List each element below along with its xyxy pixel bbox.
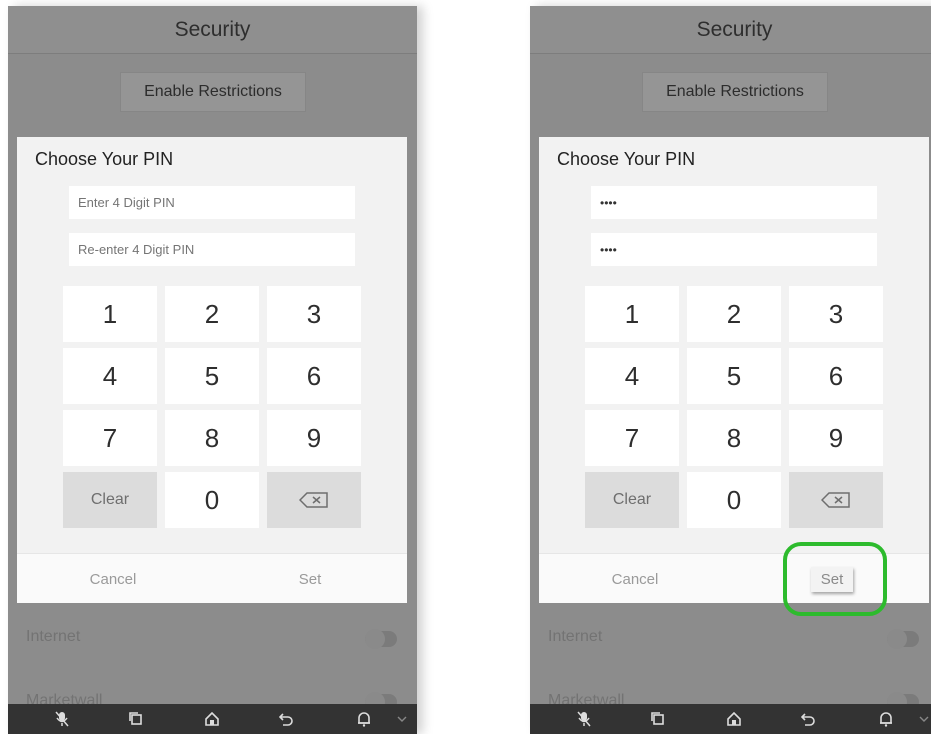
- setting-label-internet: Internet: [548, 628, 603, 645]
- notification-icon[interactable]: [876, 709, 896, 729]
- key-1[interactable]: 1: [585, 286, 679, 342]
- reenter-pin-input[interactable]: [69, 233, 355, 266]
- internet-toggle[interactable]: [365, 629, 397, 649]
- dialog-title: Choose Your PIN: [35, 149, 174, 169]
- notification-icon[interactable]: [354, 709, 374, 729]
- key-5[interactable]: 5: [165, 348, 259, 404]
- key-7[interactable]: 7: [63, 410, 157, 466]
- mic-icon[interactable]: [574, 709, 594, 729]
- clear-button[interactable]: Clear: [585, 472, 679, 528]
- key-6[interactable]: 6: [267, 348, 361, 404]
- recent-apps-icon[interactable]: [648, 709, 668, 729]
- enable-restrictions-button[interactable]: Enable Restrictions: [642, 72, 828, 112]
- clear-button[interactable]: Clear: [63, 472, 157, 528]
- key-7[interactable]: 7: [585, 410, 679, 466]
- home-icon[interactable]: [724, 709, 744, 729]
- key-0[interactable]: 0: [687, 472, 781, 528]
- pin-input[interactable]: ••••: [591, 186, 877, 219]
- set-button-highlight-ring: [783, 542, 887, 616]
- key-8[interactable]: 8: [165, 410, 259, 466]
- system-navbar: [8, 704, 417, 734]
- key-3[interactable]: 3: [789, 286, 883, 342]
- internet-toggle[interactable]: [887, 629, 919, 649]
- pin-input[interactable]: [69, 186, 355, 219]
- key-2[interactable]: 2: [687, 286, 781, 342]
- key-3[interactable]: 3: [267, 286, 361, 342]
- setting-label-internet: Internet: [26, 628, 81, 645]
- system-navbar: [530, 704, 931, 734]
- key-0[interactable]: 0: [165, 472, 259, 528]
- key-1[interactable]: 1: [63, 286, 157, 342]
- reenter-pin-input[interactable]: ••••: [591, 233, 877, 266]
- numeric-keypad: 1 2 3 4 5 6 7 8 9 Clear 0: [585, 286, 883, 528]
- backspace-icon: [821, 492, 851, 508]
- phone-screen-left: Security Enable Restrictions Internet Ma…: [8, 6, 417, 734]
- numeric-keypad: 1 2 3 4 5 6 7 8 9 Clear 0: [63, 286, 361, 528]
- mic-icon[interactable]: [52, 709, 72, 729]
- key-6[interactable]: 6: [789, 348, 883, 404]
- backspace-icon: [299, 492, 329, 508]
- key-4[interactable]: 4: [585, 348, 679, 404]
- backspace-button[interactable]: [267, 472, 361, 528]
- key-9[interactable]: 9: [267, 410, 361, 466]
- home-icon[interactable]: [202, 709, 222, 729]
- recent-apps-icon[interactable]: [126, 709, 146, 729]
- dialog-title: Choose Your PIN: [557, 149, 696, 169]
- phone-screen-right: Security Enable Restrictions Internet Ma…: [530, 6, 931, 734]
- key-4[interactable]: 4: [63, 348, 157, 404]
- page-title: Security: [8, 6, 417, 54]
- choose-pin-dialog: Choose Your PIN •••• •••• 1 2 3 4 5 6 7 …: [539, 137, 929, 603]
- chevron-down-icon[interactable]: [392, 709, 412, 729]
- page-title: Security: [530, 6, 931, 54]
- key-8[interactable]: 8: [687, 410, 781, 466]
- backspace-button[interactable]: [789, 472, 883, 528]
- set-button[interactable]: Set: [235, 554, 385, 604]
- enable-restrictions-button[interactable]: Enable Restrictions: [120, 72, 306, 112]
- back-icon[interactable]: [276, 709, 296, 729]
- dialog-footer: Cancel Set: [17, 553, 407, 603]
- choose-pin-dialog: Choose Your PIN 1 2 3 4 5 6 7 8 9 Clear …: [17, 137, 407, 603]
- cancel-button[interactable]: Cancel: [38, 554, 188, 604]
- key-9[interactable]: 9: [789, 410, 883, 466]
- key-5[interactable]: 5: [687, 348, 781, 404]
- chevron-down-icon[interactable]: [914, 709, 931, 729]
- key-2[interactable]: 2: [165, 286, 259, 342]
- cancel-button[interactable]: Cancel: [560, 554, 710, 604]
- back-icon[interactable]: [798, 709, 818, 729]
